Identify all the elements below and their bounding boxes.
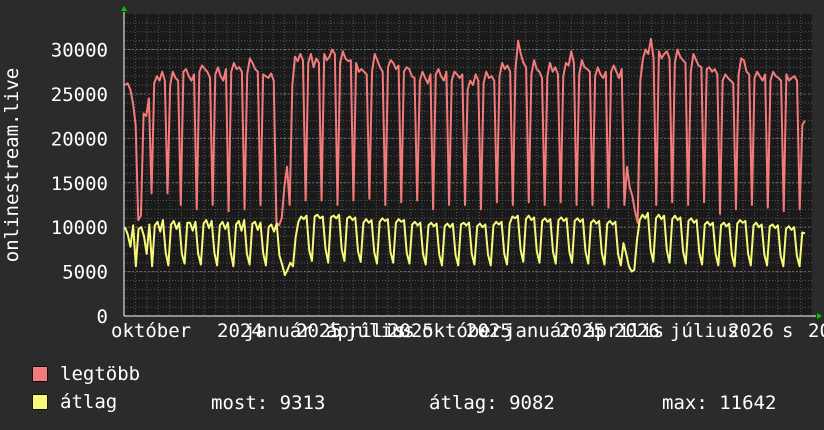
x-tick-label: 2026: [728, 320, 774, 342]
x-tick-label: 2026: [614, 320, 660, 342]
y-tick-label: 5000: [62, 262, 108, 284]
y-axis-label: onlinestream.live: [1, 68, 23, 262]
y-axis-arrow: [121, 6, 127, 11]
y-tick-label: 20000: [51, 128, 108, 150]
y-tick-label: 15000: [51, 173, 108, 195]
x-axis-arrow: [817, 313, 822, 319]
y-tick-label: 10000: [51, 217, 108, 239]
y-tick-label: 25000: [51, 84, 108, 106]
x-tick-label: 20: [808, 320, 824, 342]
chart-svg: 0 5000 10000 15000 20000 25000 30000 onlinestre…: [1, 6, 824, 342]
y-tick-label: 0: [97, 306, 108, 328]
x-tick-label: s: [782, 320, 793, 342]
y-tick-label: 30000: [51, 40, 108, 62]
x-tick-label: október: [111, 320, 191, 342]
